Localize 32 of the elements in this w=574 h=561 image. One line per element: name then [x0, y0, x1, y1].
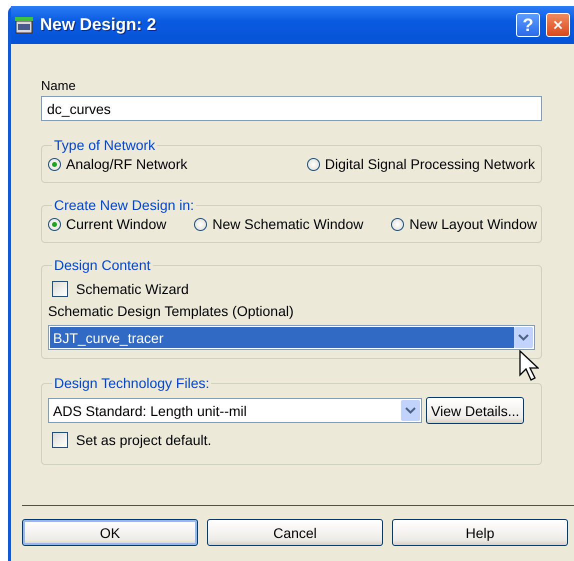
radio-icon[interactable]	[194, 218, 208, 230]
window-title: New Design: 2	[40, 15, 158, 35]
group-title: Create New Design in:	[53, 197, 196, 213]
checkbox[interactable]: Set as project default.	[52, 432, 537, 448]
dialog-button[interactable]: OK	[22, 519, 198, 546]
close-button[interactable]	[546, 13, 570, 37]
group-title: Type of Network	[53, 137, 156, 153]
mouse-pointer-icon	[519, 350, 539, 384]
radio-option[interactable]: New Schematic Window	[194, 216, 364, 232]
radio-option[interactable]: Current Window	[48, 216, 166, 232]
radio-icon[interactable]	[391, 218, 404, 230]
dialog-button[interactable]: Cancel	[207, 519, 383, 546]
dropdown[interactable]: BJT_curve_tracer	[48, 325, 535, 350]
app-icon	[14, 16, 34, 34]
group-title: Design Technology Files:	[53, 375, 210, 391]
chevron-down-icon[interactable]	[514, 327, 533, 348]
checkbox[interactable]: Schematic Wizard	[52, 281, 537, 297]
radio-icon[interactable]	[48, 218, 61, 230]
close-icon[interactable]	[553, 18, 563, 32]
group-title: Design Content	[53, 257, 152, 273]
chevron-down-icon[interactable]	[401, 400, 420, 421]
view-details-button[interactable]: View Details...	[426, 397, 524, 424]
dropdown[interactable]: ADS Standard: Length unit--mil	[48, 398, 422, 423]
radio-option[interactable]: Digital Signal Processing Network	[306, 156, 535, 172]
field-label: Name	[41, 78, 76, 93]
radio-icon[interactable]	[48, 158, 61, 170]
radio-option[interactable]: New Layout Window	[391, 216, 537, 232]
radio-option[interactable]: Analog/RF Network	[48, 156, 188, 172]
radio-icon[interactable]	[306, 158, 320, 170]
field-label: Schematic Design Templates (Optional)	[48, 303, 295, 319]
name-field[interactable]: dc_curves	[41, 96, 542, 121]
dialog-button[interactable]: Help	[392, 519, 568, 546]
